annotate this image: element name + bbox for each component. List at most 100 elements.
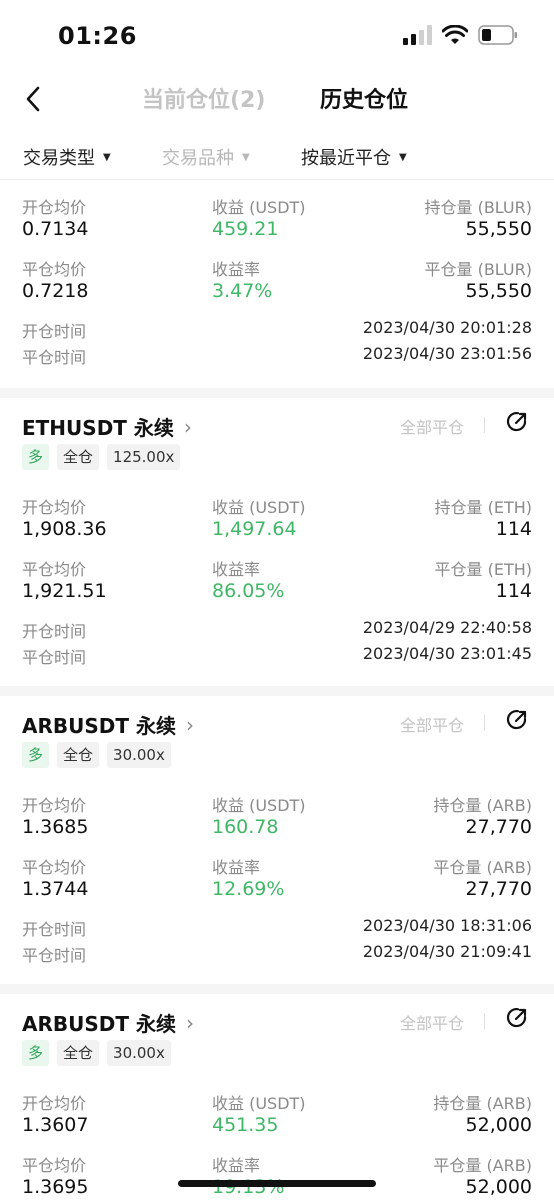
closed-label: 平仓量 (ARB) <box>433 1156 532 1175</box>
symbol-link[interactable]: ARBUSDT 永续 › <box>22 710 194 739</box>
divider <box>484 715 485 731</box>
pnl-rate-label: 收益率 <box>212 858 261 877</box>
closed-label: 平仓量 (ETH) <box>434 560 533 579</box>
leverage-badge: 30.00x <box>107 742 171 768</box>
pnl-label: 收益 (USDT) <box>212 796 306 815</box>
holding-value: 52,000 <box>465 1114 532 1136</box>
open-avg-label: 开仓均价 <box>22 198 87 217</box>
open-avg-value: 1.3607 <box>22 1114 89 1136</box>
filter-trade-type-label: 交易类型 <box>23 148 95 169</box>
symbol-link[interactable]: ETHUSDT 永续 › <box>22 412 192 441</box>
tab-history-positions[interactable]: 历史仓位 <box>320 82 408 114</box>
close-avg-label: 平仓均价 <box>22 260 87 279</box>
close-time-value: 2023/04/30 23:01:45 <box>362 644 532 663</box>
price-row-open: 开仓均价 0.7134 收益 (USDT) 459.21 持仓量 (BLUR) … <box>0 194 554 250</box>
filter-sort[interactable]: 按最近平仓 ▼ <box>301 144 407 170</box>
leverage-badge: 125.00x <box>107 444 181 470</box>
card-separator <box>0 388 554 398</box>
share-icon[interactable] <box>505 410 529 434</box>
close-all-button[interactable]: 全部平仓 <box>400 712 464 736</box>
open-avg-value: 0.7134 <box>22 218 89 240</box>
holding-value: 27,770 <box>465 816 532 838</box>
holding-value: 55,550 <box>465 218 532 240</box>
position-tags: 多 全仓 30.00x <box>22 742 171 768</box>
open-avg-value: 1,908.36 <box>22 518 107 540</box>
chevron-right-icon: › <box>183 414 192 439</box>
caret-down-icon: ▼ <box>399 151 407 163</box>
close-time-label: 平仓时间 <box>22 348 87 367</box>
caret-down-icon: ▼ <box>103 151 111 163</box>
open-time-label: 开仓时间 <box>22 920 87 939</box>
side-badge: 多 <box>22 742 50 768</box>
price-row-close: 平仓均价 1.3695 收益率 19.13% 平仓量 (ARB) 52,000 <box>0 1152 554 1200</box>
open-avg-label: 开仓均价 <box>22 498 87 517</box>
symbol-name: ETHUSDT 永续 <box>22 416 174 440</box>
side-badge: 多 <box>22 1040 50 1066</box>
closed-value: 52,000 <box>465 1176 532 1198</box>
symbol-name: ARBUSDT 永续 <box>22 714 176 738</box>
home-indicator[interactable] <box>178 1180 376 1187</box>
open-avg-value: 1.3685 <box>22 816 89 838</box>
filter-sort-label: 按最近平仓 <box>301 148 391 169</box>
pnl-rate-label: 收益率 <box>212 560 261 579</box>
filter-bar: 交易类型 ▼ 交易品种 ▼ 按最近平仓 ▼ <box>0 132 554 180</box>
pnl-rate-label: 收益率 <box>212 1156 261 1175</box>
close-avg-value: 0.7218 <box>22 280 89 302</box>
close-all-button[interactable]: 全部平仓 <box>400 1010 464 1034</box>
share-icon[interactable] <box>505 1006 529 1030</box>
price-row-close: 平仓均价 1.3744 收益率 12.69% 平仓量 (ARB) 27,770 <box>0 854 554 910</box>
card-header: ETHUSDT 永续 › 全部平仓 多 全仓 125.00x <box>0 398 554 488</box>
status-icons <box>402 24 518 46</box>
pnl-value: 451.35 <box>212 1114 279 1136</box>
closed-value: 55,550 <box>465 280 532 302</box>
filter-trade-symbol[interactable]: 交易品种 ▼ <box>162 144 250 170</box>
tab-current-positions[interactable]: 当前仓位(2) <box>142 82 265 114</box>
card-header: ARBUSDT 永续 › 全部平仓 多 全仓 30.00x <box>0 994 554 1084</box>
position-card: ARBUSDT 永续 › 全部平仓 多 全仓 30.00x 开仓均价 1.368… <box>0 696 554 986</box>
position-card: ARBUSDT 永续 › 全部平仓 多 全仓 30.00x 开仓均价 1.360… <box>0 994 554 1200</box>
close-avg-value: 1.3695 <box>22 1176 89 1198</box>
share-icon[interactable] <box>505 708 529 732</box>
closed-label: 平仓量 (ARB) <box>433 858 532 877</box>
price-row-open: 开仓均价 1.3685 收益 (USDT) 160.78 持仓量 (ARB) 2… <box>0 792 554 848</box>
position-card: 开仓均价 0.7134 收益 (USDT) 459.21 持仓量 (BLUR) … <box>0 194 554 388</box>
caret-down-icon: ▼ <box>242 151 250 163</box>
pnl-label: 收益 (USDT) <box>212 1094 306 1113</box>
close-time-row: 平仓时间 2023/04/30 21:09:41 <box>0 942 554 966</box>
open-avg-label: 开仓均价 <box>22 1094 87 1113</box>
filter-trade-type[interactable]: 交易类型 ▼ <box>23 144 111 170</box>
margin-mode-badge: 全仓 <box>57 742 100 768</box>
pnl-value: 1,497.64 <box>212 518 297 540</box>
back-arrow-icon[interactable] <box>22 84 46 114</box>
margin-mode-badge: 全仓 <box>57 444 100 470</box>
price-row-open: 开仓均价 1.3607 收益 (USDT) 451.35 持仓量 (ARB) 5… <box>0 1090 554 1146</box>
close-time-label: 平仓时间 <box>22 946 87 965</box>
close-avg-value: 1.3744 <box>22 878 89 900</box>
position-tags: 多 全仓 125.00x <box>22 444 181 470</box>
open-time-row: 开仓时间 2023/04/29 22:40:58 <box>0 618 554 642</box>
divider <box>484 1013 485 1029</box>
side-badge: 多 <box>22 444 50 470</box>
position-card: ETHUSDT 永续 › 全部平仓 多 全仓 125.00x 开仓均价 1,90… <box>0 398 554 688</box>
chevron-right-icon: › <box>185 712 194 737</box>
chevron-right-icon: › <box>185 1010 194 1035</box>
holding-label: 持仓量 (ETH) <box>434 498 533 517</box>
position-tags: 多 全仓 30.00x <box>22 1040 171 1066</box>
close-all-button[interactable]: 全部平仓 <box>400 414 464 438</box>
close-time-value: 2023/04/30 23:01:56 <box>362 344 532 363</box>
open-time-row: 开仓时间 2023/04/30 20:01:28 <box>0 318 554 342</box>
open-time-row: 开仓时间 2023/04/30 18:31:06 <box>0 916 554 940</box>
symbol-link[interactable]: ARBUSDT 永续 › <box>22 1008 194 1037</box>
close-avg-label: 平仓均价 <box>22 560 87 579</box>
pnl-label: 收益 (USDT) <box>212 498 306 517</box>
close-time-value: 2023/04/30 21:09:41 <box>362 942 532 961</box>
open-time-label: 开仓时间 <box>22 322 87 341</box>
open-avg-label: 开仓均价 <box>22 796 87 815</box>
leverage-badge: 30.00x <box>107 1040 171 1066</box>
close-avg-label: 平仓均价 <box>22 1156 87 1175</box>
holding-label: 持仓量 (ARB) <box>433 1094 532 1113</box>
card-separator <box>0 984 554 994</box>
price-row-close: 平仓均价 1,921.51 收益率 86.05% 平仓量 (ETH) 114 <box>0 556 554 612</box>
open-time-value: 2023/04/29 22:40:58 <box>362 618 532 637</box>
wifi-icon <box>442 25 468 44</box>
